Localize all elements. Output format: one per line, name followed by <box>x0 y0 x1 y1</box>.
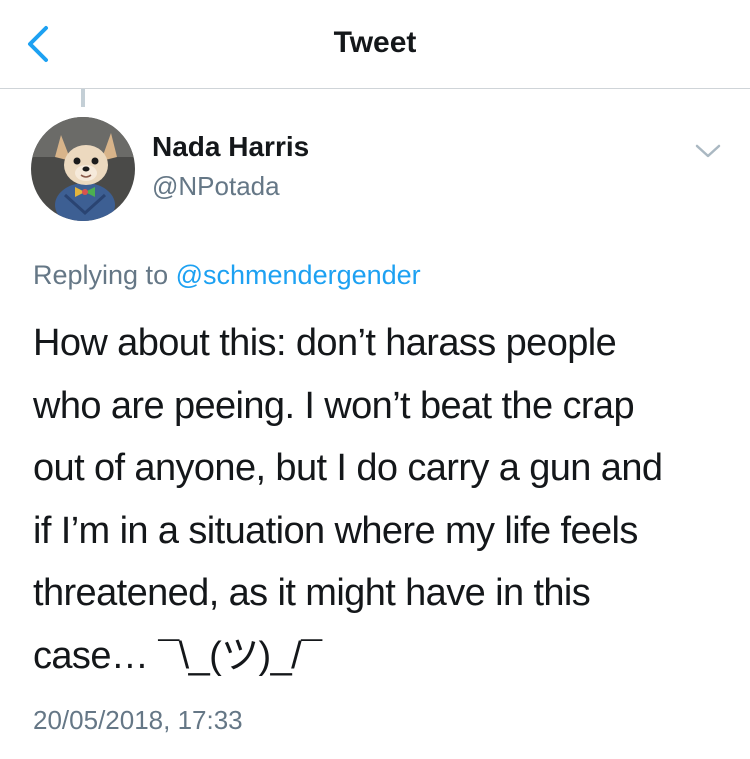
tweet-text-line: case… ¯\_(ツ)_/¯ <box>33 634 322 677</box>
avatar[interactable] <box>31 117 135 221</box>
tweet-timestamp: 20/05/2018, 17:33 <box>33 705 243 735</box>
dog-avatar-icon <box>31 117 135 221</box>
navigation-bar: Tweet <box>0 0 750 89</box>
tweet-text-line: who are peeing. I won’t beat the crap <box>33 384 635 427</box>
chevron-down-icon[interactable] <box>693 140 723 162</box>
page-title: Tweet <box>333 26 417 59</box>
tweet-text-line: if I’m in a situation where my life feel… <box>33 509 638 552</box>
replying-to-line: Replying to @schmendergender <box>33 260 421 291</box>
tweet-text: How about this: don’t harass people who … <box>33 312 733 687</box>
tweet-text-line: out of anyone, but I do carry a gun and <box>33 447 663 489</box>
author-handle[interactable]: @NPotada <box>152 171 280 202</box>
replying-to-label: Replying to <box>33 260 169 290</box>
mention-link[interactable]: @schmendergender <box>176 260 421 290</box>
tweet-text-line: How about this: don’t harass people <box>33 322 617 364</box>
tweet-text-line: threatened, as it might have in this <box>33 572 591 614</box>
thread-connector-line <box>81 89 85 107</box>
author-name[interactable]: Nada Harris <box>152 131 309 163</box>
